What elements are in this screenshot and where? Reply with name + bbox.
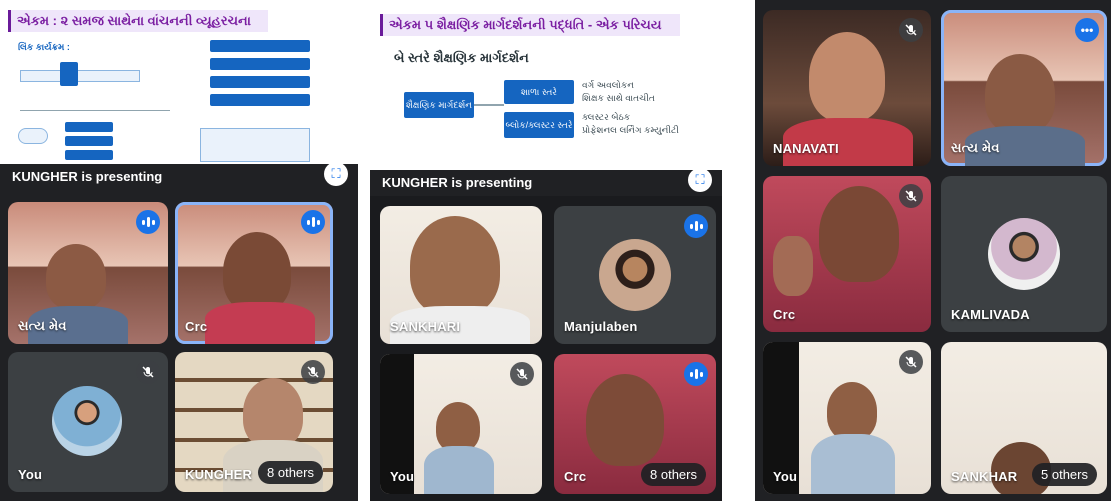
slide-bullet: ક્લસ્ટર બેઠક: [582, 112, 631, 122]
mic-off-icon: [899, 18, 923, 42]
participant-tile-self[interactable]: You: [380, 354, 542, 494]
avatar: [52, 386, 122, 456]
participant-tile[interactable]: KUNGHER 8 others: [175, 352, 333, 492]
slide-title: એકમ : ૨ સમજ સાથેના વાંચનની વ્યૂહરચના: [8, 10, 268, 32]
participant-name: You: [773, 469, 798, 484]
participant-name: Crc: [185, 319, 208, 334]
participant-tile[interactable]: Crc: [763, 176, 931, 332]
participant-tile[interactable]: Crc 8 others: [554, 354, 716, 494]
fullscreen-icon[interactable]: ⛶: [688, 168, 712, 192]
participant-video: [985, 54, 1055, 134]
participant-video: [436, 402, 480, 452]
slide-box: [210, 94, 310, 106]
meet-screen-2: એકમ ૫ શૈક્ષણિક માર્ગદર્શનની પદ્ધતિ - એક …: [370, 0, 722, 501]
participant-video: [223, 232, 291, 312]
participant-tile[interactable]: Manjulaben: [554, 206, 716, 344]
meet-screen-3: NANAVATI ••• સત્ય મેવ Crc KAMLIVADA You …: [755, 0, 1111, 501]
slide-center-box: શૈક્ષણિક માર્ગદર્શન: [404, 92, 474, 118]
mic-off-icon: [899, 184, 923, 208]
avatar: [988, 218, 1060, 290]
slide-box-b: બ્લોક/ક્લસ્ટર સ્તરે: [504, 112, 574, 138]
more-options-icon[interactable]: •••: [1075, 18, 1099, 42]
participant-tile-self[interactable]: You: [8, 352, 168, 492]
audio-level-icon: [684, 362, 708, 386]
participant-name: SANKHARI: [390, 319, 461, 334]
slide-box-a: શાળા સ્તરે: [504, 80, 574, 104]
participant-video: [811, 434, 895, 494]
mic-off-icon: [136, 360, 160, 384]
participant-name: You: [18, 467, 43, 482]
presenting-label: KUNGHER is presenting: [12, 169, 163, 184]
participant-video: [410, 216, 500, 316]
participant-tile[interactable]: ••• સત્ય મેવ: [941, 10, 1107, 166]
slide-node: [18, 128, 48, 144]
others-count-button[interactable]: 8 others: [258, 461, 323, 484]
participant-tile[interactable]: સત્ય મેવ: [8, 202, 168, 344]
participant-name: You: [390, 469, 415, 484]
slide-subtext: લિંક કાર્યક્રમ :: [18, 42, 70, 52]
participant-video: [773, 236, 813, 296]
participant-name: Manjulaben: [564, 319, 638, 334]
slide-box: [210, 58, 310, 70]
slide-bullet: વર્ગ અવલોકન: [582, 80, 634, 90]
presenter-bar: KUNGHER is presenting ⛶: [370, 168, 722, 196]
participant-name: Crc: [564, 469, 587, 484]
participant-tile[interactable]: KAMLIVADA: [941, 176, 1107, 332]
participant-video: [819, 186, 899, 282]
meet-screen-1: એકમ : ૨ સમજ સાથેના વાંચનની વ્યૂહરચના લિં…: [0, 0, 358, 501]
slide-box: [65, 122, 113, 132]
slide-table: [200, 128, 310, 162]
mic-off-icon: [510, 362, 534, 386]
audio-level-icon: [136, 210, 160, 234]
slide-box: [210, 76, 310, 88]
participant-tile[interactable]: SANKHARI: [380, 206, 542, 344]
slide-rule: [20, 110, 170, 111]
participant-name: NANAVATI: [773, 141, 839, 156]
participant-name: KUNGHER: [185, 467, 253, 482]
participant-video: [243, 378, 303, 448]
participant-video: [586, 374, 664, 466]
participant-name: સત્ય મેવ: [951, 140, 1000, 155]
slide-box: [65, 150, 113, 160]
slide-box: [210, 40, 310, 52]
presenting-label: KUNGHER is presenting: [382, 175, 533, 190]
participant-tile[interactable]: NANAVATI: [763, 10, 931, 166]
participant-name: SANKHAR: [951, 469, 1018, 484]
avatar: [599, 239, 671, 311]
participant-video: [827, 382, 877, 440]
participant-video: [424, 446, 494, 494]
participant-name: KAMLIVADA: [951, 307, 1030, 322]
mic-off-icon: [301, 360, 325, 384]
participant-name: Crc: [773, 307, 796, 322]
slide-heading: બે સ્તરે શૈક્ષણિક માર્ગદર્શન: [394, 50, 529, 65]
slide-connector: [474, 104, 504, 106]
audio-level-icon: [301, 210, 325, 234]
participant-tile[interactable]: SANKHAR 5 others: [941, 342, 1107, 494]
participant-name: સત્ય મેવ: [18, 318, 67, 333]
slide-diagram-box: [20, 70, 140, 82]
slide-bullet: પ્રોફેશનલ લર્નિંગ કમ્યુનીટી: [582, 125, 679, 135]
fullscreen-icon[interactable]: ⛶: [324, 162, 348, 186]
participant-tile[interactable]: Crc: [175, 202, 333, 344]
slide-diagram-node: [60, 62, 78, 86]
presenter-bar: KUNGHER is presenting ⛶: [0, 162, 358, 190]
slide-bullet: શિક્ષક સાથે વાતચીત: [582, 93, 655, 103]
mic-off-icon: [899, 350, 923, 374]
participant-tile-self[interactable]: You: [763, 342, 931, 494]
others-count-button[interactable]: 8 others: [641, 463, 706, 486]
participant-video: [809, 32, 885, 122]
presentation-view[interactable]: એકમ ૫ શૈક્ષણિક માર્ગદર્શનની પદ્ધતિ - એક …: [370, 0, 722, 196]
presentation-view[interactable]: એકમ : ૨ સમજ સાથેના વાંચનની વ્યૂહરચના લિં…: [0, 0, 358, 190]
slide-title: એકમ ૫ શૈક્ષણિક માર્ગદર્શનની પદ્ધતિ - એક …: [380, 14, 680, 36]
participant-video: [46, 244, 106, 310]
participant-video: [205, 302, 315, 344]
slide-box: [65, 136, 113, 146]
audio-level-icon: [684, 214, 708, 238]
others-count-button[interactable]: 5 others: [1032, 463, 1097, 486]
